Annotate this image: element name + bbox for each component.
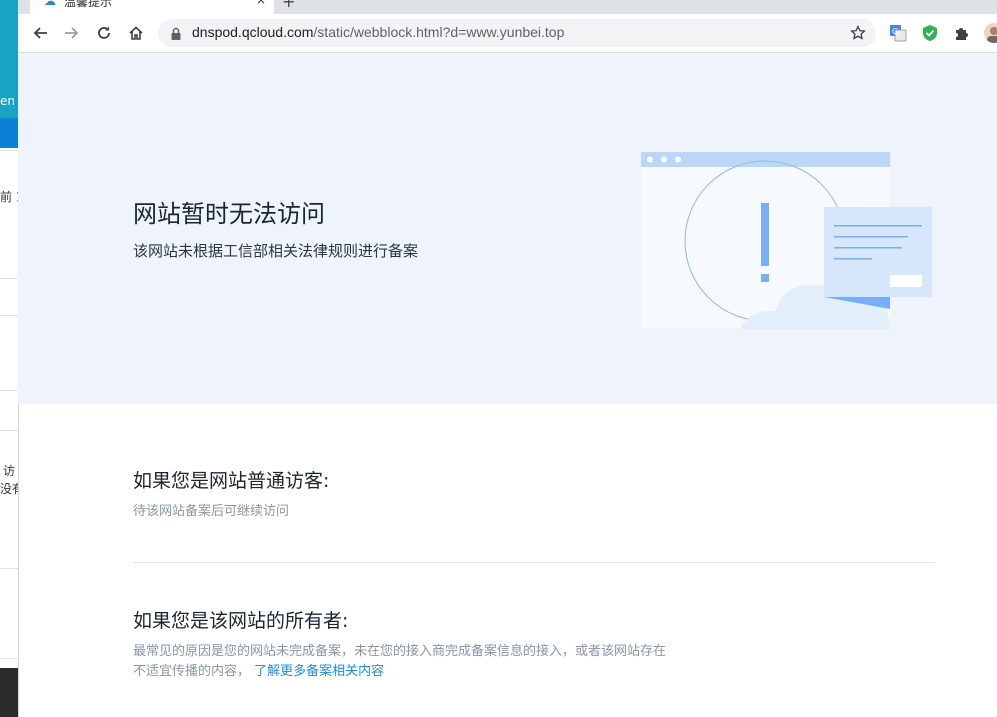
reload-icon <box>98 26 110 39</box>
background-fragment: 访 <box>3 464 16 478</box>
background-divider <box>0 315 18 316</box>
background-divider <box>0 278 18 279</box>
shield-extension-icon[interactable] <box>920 23 940 43</box>
tab-strip: ☁ 温馨提示 × + <box>18 0 997 14</box>
close-tab-icon[interactable]: × <box>256 0 266 7</box>
forward-button[interactable] <box>62 23 82 43</box>
owner-body-line2: 不适宜传播的内容， 了解更多备案相关内容 <box>133 662 753 682</box>
url-text: dnspod.qcloud.com/static/webblock.html?d… <box>192 24 564 40</box>
section-divider <box>133 562 935 563</box>
background-window: en 前 1 访 没有 <box>0 0 19 717</box>
background-bar <box>0 118 18 148</box>
tab-title: 温馨提示 <box>64 0 113 9</box>
background-divider <box>0 658 18 659</box>
background-fragment: 前 1 <box>0 190 18 204</box>
background-divider <box>0 390 18 391</box>
visitor-heading: 如果您是网站普通访客: <box>133 470 330 492</box>
browser-toolbar: dnspod.qcloud.com/static/webblock.html?d… <box>18 14 997 53</box>
address-bar[interactable]: dnspod.qcloud.com/static/webblock.html?d… <box>158 19 876 47</box>
bookmark-star-icon[interactable] <box>850 24 866 45</box>
url-host: dnspod.qcloud.com <box>192 24 314 40</box>
background-divider <box>0 150 18 151</box>
owner-body-text: 不适宜传播的内容， <box>133 664 251 679</box>
svg-text:G: G <box>892 27 898 36</box>
owner-body: 最常见的原因是您的网站未完成备案，未在您的接入商完成备案信息的接入，或者该网站存… <box>133 642 753 682</box>
page-title: 网站暂时无法访问 <box>133 200 325 228</box>
visitor-body: 待该网站备案后可继续访问 <box>133 504 290 519</box>
home-button[interactable] <box>126 23 146 43</box>
reload-button[interactable] <box>94 23 114 43</box>
arrow-right-icon <box>65 27 79 39</box>
background-divider <box>0 430 18 431</box>
warning-illustration <box>641 152 932 329</box>
puzzle-extensions-icon[interactable] <box>952 23 972 43</box>
cloud-icon: ☁ <box>44 0 56 8</box>
background-taskbar <box>0 668 18 717</box>
url-path: /static/webblock.html?d=www.yunbei.top <box>313 24 565 40</box>
owner-body-line1: 最常见的原因是您的网站未完成备案，未在您的接入商完成备案信息的接入，或者该网站存… <box>133 644 667 659</box>
back-button[interactable] <box>30 23 50 43</box>
background-fragment: 没有 <box>0 482 18 496</box>
lock-icon <box>170 26 182 45</box>
arrow-left-icon <box>33 27 47 39</box>
profile-avatar[interactable] <box>984 23 997 43</box>
learn-more-link[interactable]: 了解更多备案相关内容 <box>254 664 384 679</box>
translate-extension-icon[interactable]: G <box>888 23 908 43</box>
new-tab-button[interactable]: + <box>282 0 295 11</box>
browser-tab[interactable]: ☁ 温馨提示 × <box>30 0 274 14</box>
background-fragment: en <box>0 94 15 108</box>
home-icon <box>129 26 143 40</box>
background-divider <box>0 568 18 569</box>
owner-heading: 如果您是该网站的所有者: <box>133 610 349 632</box>
page-subtitle: 该网站未根据工信部相关法律规则进行备案 <box>133 242 419 260</box>
hero-banner: 网站暂时无法访问 该网站未根据工信部相关法律规则进行备案 <box>18 53 997 404</box>
